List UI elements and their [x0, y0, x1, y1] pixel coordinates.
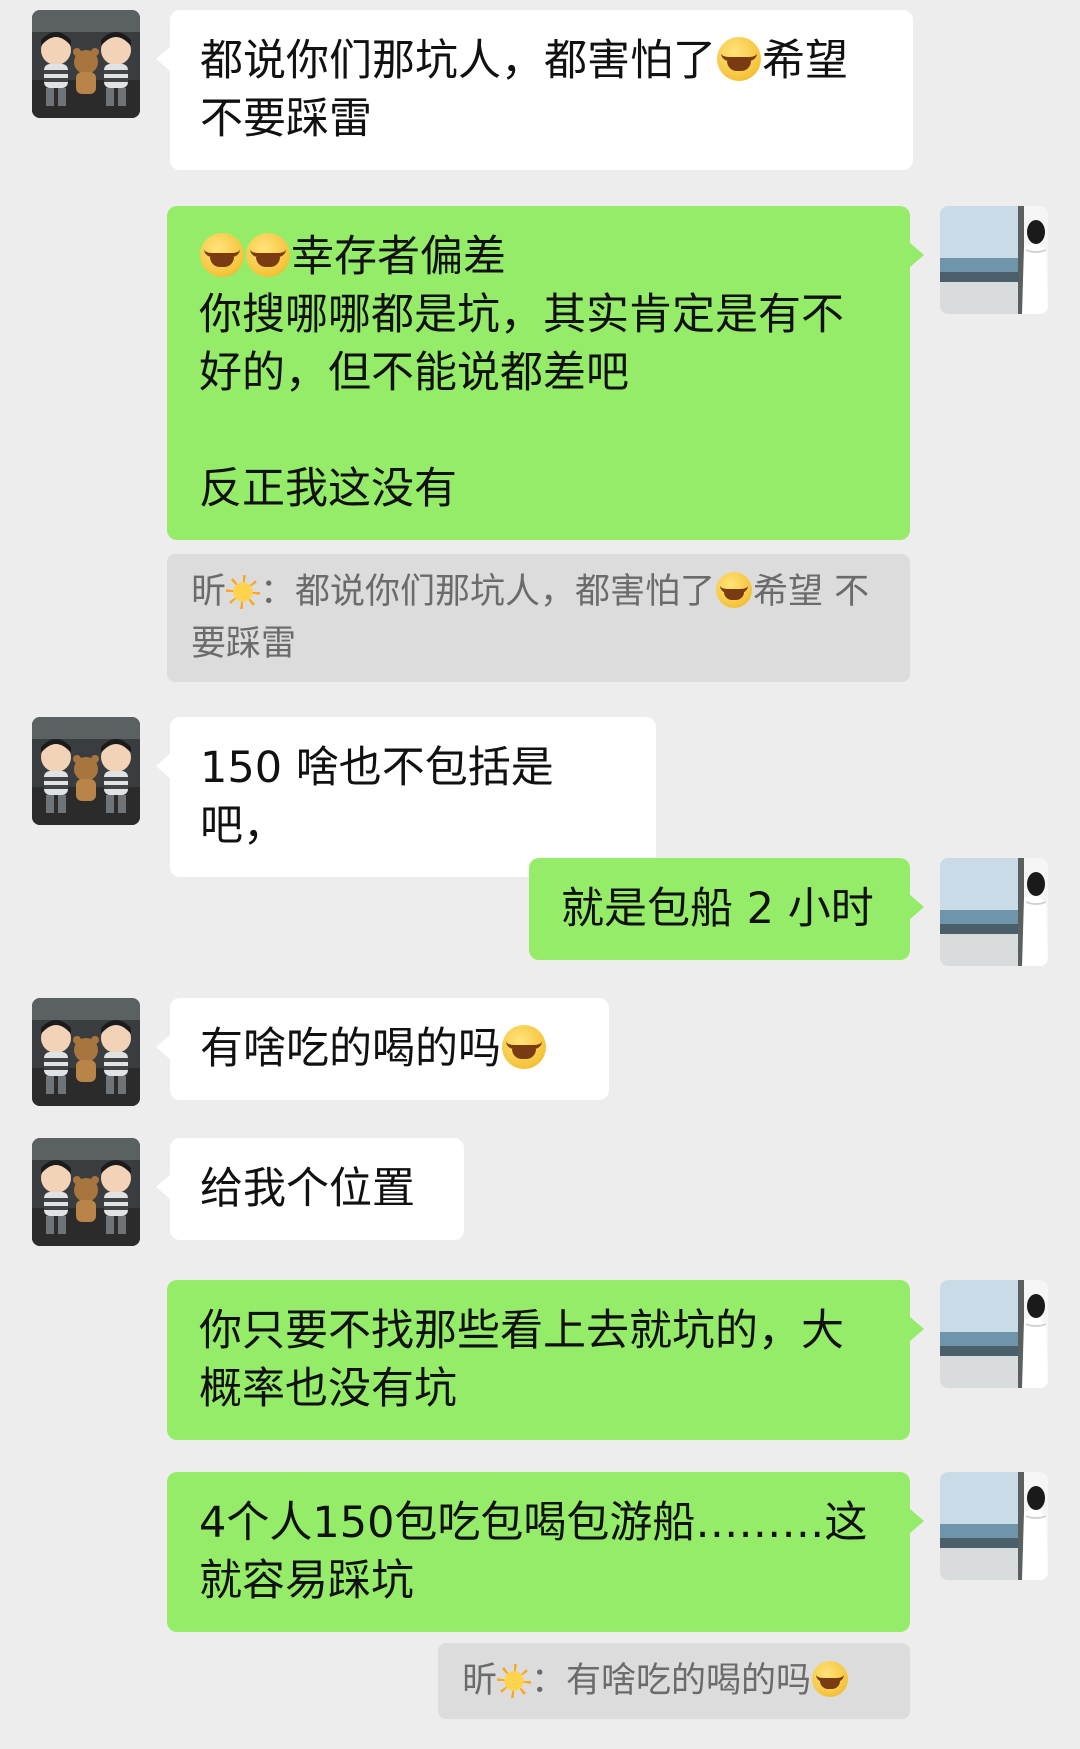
- sun-icon: [497, 1664, 532, 1698]
- message-text: 有啥吃的喝的吗: [200, 1024, 501, 1074]
- loudly-crying-emoji-icon: [246, 233, 290, 277]
- loudly-crying-emoji-icon: [200, 233, 244, 277]
- message-text: 就是包船 2 小时: [561, 884, 874, 934]
- message-text: 都说你们那坑人，都害怕了: [200, 36, 716, 86]
- loudly-crying-emoji-icon: [716, 572, 753, 608]
- rolling-laughing-emoji-icon: [812, 1661, 849, 1697]
- incoming-bubble[interactable]: 都说你们那坑人，都害怕了 希望 不要踩雷: [156, 10, 913, 170]
- my-avatar[interactable]: [940, 1280, 1048, 1388]
- message-text: 你搜哪哪都是坑，其实肯定是有不 好的，但不能说都差吧 反正我这没有: [199, 290, 844, 514]
- quote-text: 都说你们那坑人，都害怕了: [295, 572, 716, 612]
- contact-avatar[interactable]: [32, 1138, 140, 1246]
- quoted-message[interactable]: 昕：都说你们那坑人，都害怕了 希望 不要踩雷: [167, 554, 910, 682]
- rolling-laughing-emoji-icon: [502, 1025, 546, 1069]
- quote-sender: 昕: [191, 572, 227, 612]
- quote-sender: 昕: [462, 1661, 498, 1701]
- message-text: 4个人150包吃包喝包游船………这 就容易踩坑: [199, 1498, 868, 1606]
- quote-text: 有啥吃的喝的吗: [566, 1661, 812, 1701]
- quote-colon: ：: [531, 1661, 567, 1701]
- outgoing-bubble[interactable]: 就是包船 2 小时: [529, 858, 924, 960]
- outgoing-bubble[interactable]: 你只要不找那些看上去就坑的，大 概率也没有坑: [167, 1280, 924, 1440]
- contact-avatar[interactable]: [32, 10, 140, 118]
- loudly-crying-emoji-icon: [717, 37, 761, 81]
- my-avatar[interactable]: [940, 858, 1048, 966]
- message-text: 150 啥也不包括是吧，: [200, 743, 554, 851]
- contact-avatar[interactable]: [32, 998, 140, 1106]
- quoted-message[interactable]: 昕 ：有啥吃的喝的吗: [438, 1643, 910, 1719]
- contact-avatar[interactable]: [32, 717, 140, 825]
- message-text: 给我个位置: [200, 1164, 415, 1214]
- message-text: 你只要不找那些看上去就坑的，大 概率也没有坑: [199, 1306, 844, 1414]
- incoming-bubble[interactable]: 150 啥也不包括是吧，: [156, 717, 656, 877]
- outgoing-bubble[interactable]: 幸存者偏差 你搜哪哪都是坑，其实肯定是有不 好的，但不能说都差吧 反正我这没有: [167, 206, 924, 540]
- outgoing-bubble[interactable]: 4个人150包吃包喝包游船………这 就容易踩坑: [167, 1472, 924, 1632]
- quote-colon: ：: [260, 572, 296, 612]
- incoming-bubble[interactable]: 有啥吃的喝的吗: [156, 998, 609, 1100]
- incoming-bubble[interactable]: 给我个位置: [156, 1138, 464, 1240]
- my-avatar[interactable]: [940, 1472, 1048, 1580]
- message-text: 幸存者偏差: [291, 232, 506, 282]
- my-avatar[interactable]: [940, 206, 1048, 314]
- sun-icon: [226, 575, 261, 609]
